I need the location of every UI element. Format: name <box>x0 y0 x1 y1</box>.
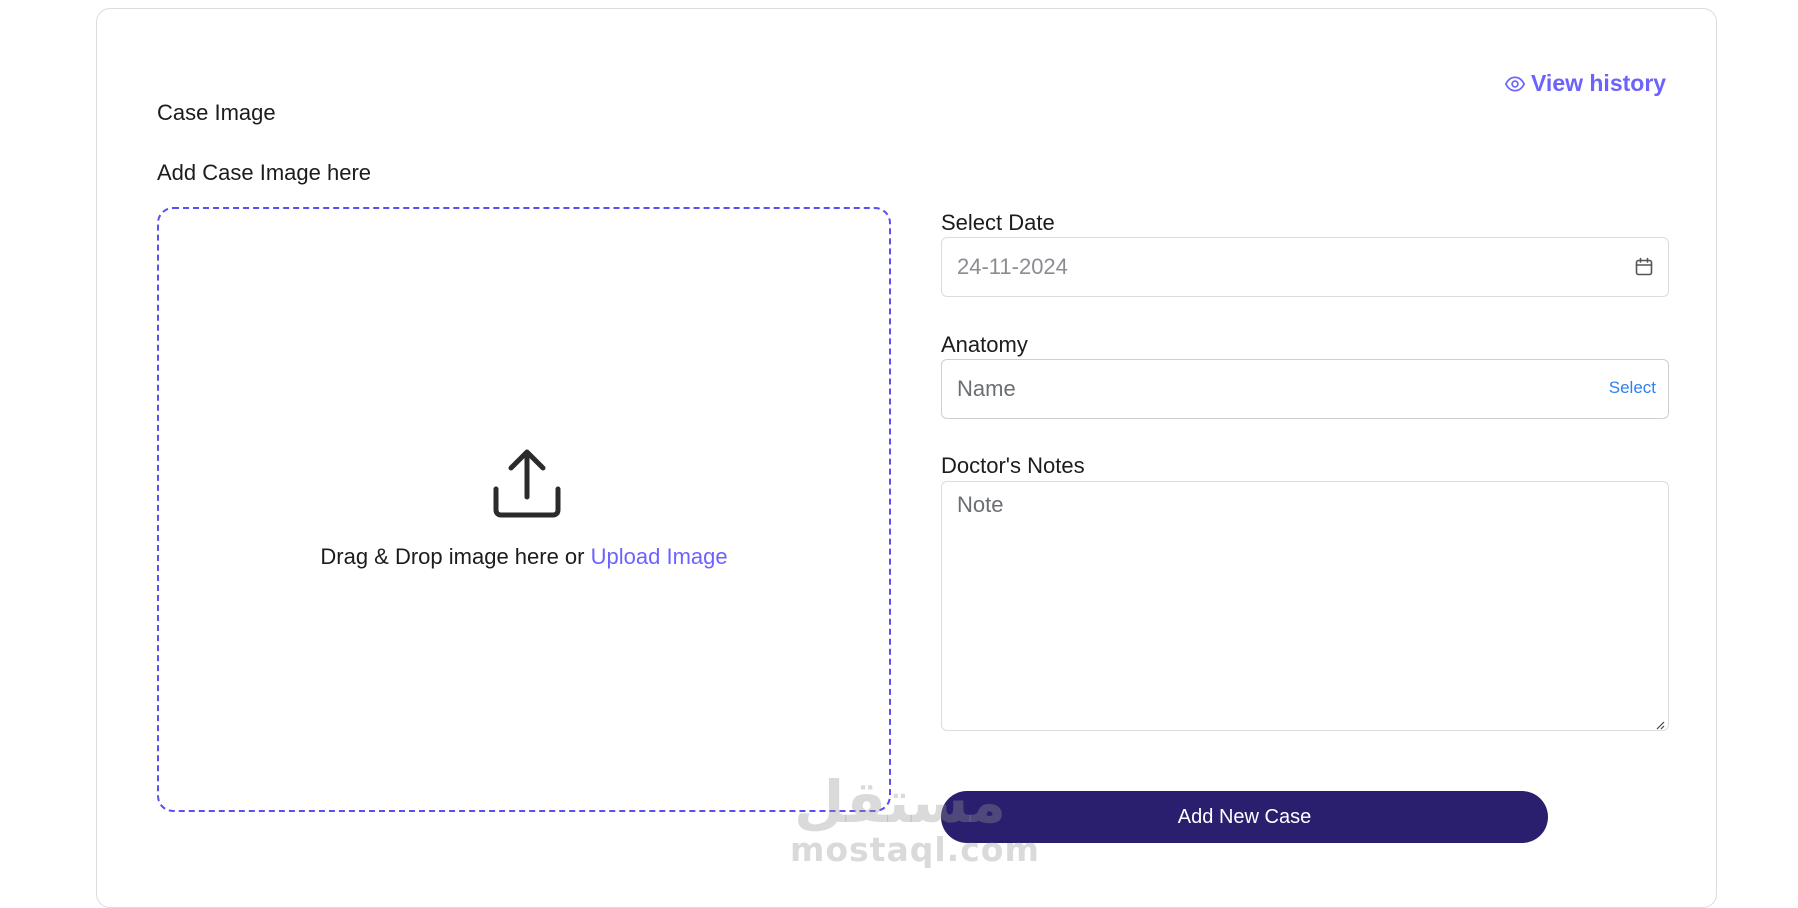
date-value: 24-11-2024 <box>957 254 1068 279</box>
resize-grip-icon[interactable] <box>1655 717 1665 730</box>
calendar-icon[interactable] <box>1634 257 1654 277</box>
doctors-notes-textarea[interactable]: Note <box>941 481 1669 731</box>
anatomy-placeholder: Name <box>957 376 1016 401</box>
dropzone-prompt: Drag & Drop image here or <box>320 544 585 569</box>
image-dropzone[interactable]: Drag & Drop image here or Upload Image <box>157 207 891 812</box>
upload-icon <box>492 447 562 519</box>
anatomy-label: Anatomy <box>941 332 1028 357</box>
date-field[interactable]: 24-11-2024 <box>941 237 1669 297</box>
anatomy-select-button[interactable]: Select <box>1609 378 1656 398</box>
select-date-label: Select Date <box>941 210 1055 235</box>
anatomy-field[interactable]: Name Select <box>941 359 1669 419</box>
notes-placeholder: Note <box>957 492 1004 517</box>
view-history-label: View history <box>1531 70 1667 96</box>
view-history-link[interactable]: View history <box>1505 70 1666 97</box>
case-image-title: Case Image <box>157 100 276 125</box>
add-new-case-button[interactable]: Add New Case <box>941 791 1548 843</box>
upload-image-link[interactable]: Upload Image <box>591 544 728 569</box>
case-image-subtitle: Add Case Image here <box>157 160 372 185</box>
eye-icon <box>1505 76 1525 92</box>
dropzone-text: Drag & Drop image here or Upload Image <box>159 544 889 570</box>
doctors-notes-label: Doctor's Notes <box>941 453 1085 478</box>
